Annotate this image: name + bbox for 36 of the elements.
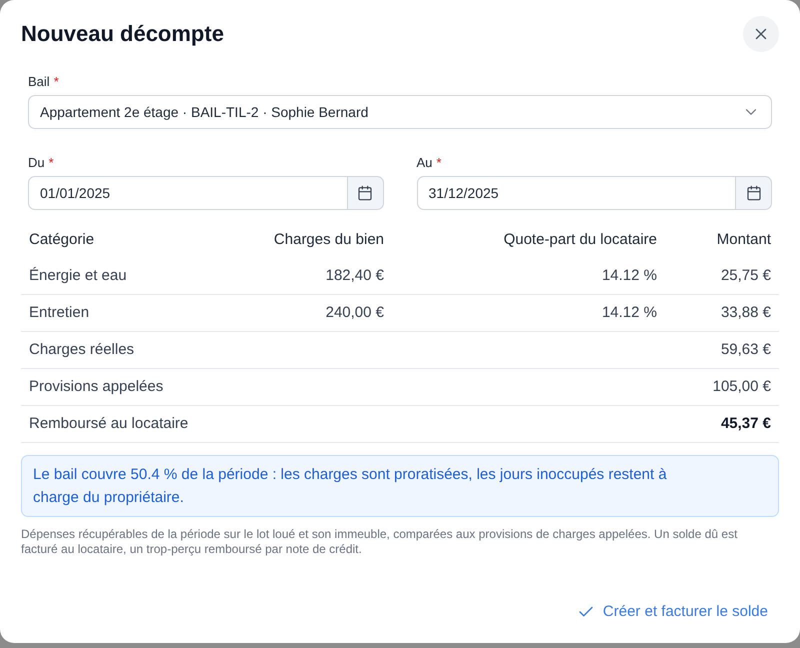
field-label: Au [416,154,432,172]
info-notice: Le bail couvre 50.4 % de la période : les charges sont proratisées, les jours inoccupés restent à charge du propriétaire. [21,455,779,517]
table-cell-text: 182,40 € [324,266,385,286]
calendar-button[interactable] [736,176,772,210]
footnote-text: Dépenses récupérables de la période sur le lot loué et son immeuble, comparées aux provisions de charges appelées. Un solde dû est facturé au locataire, un trop-perçu remboursé par note de crédit. [21,527,738,557]
table-cell-text: Énergie et eau [28,266,128,286]
table-cell-text: 45,37 € [720,414,772,434]
dialog-title: Nouveau décompte [21,20,224,48]
table-cell-text: 14.12 % [600,266,658,286]
column-header: Catégorie [28,230,96,250]
table-cell-text: 105,00 € [712,376,772,397]
date-input[interactable]: 31/12/2025 [416,176,736,210]
table-cell-text: 59,63 € [720,340,772,360]
required-asterisk: * [436,154,442,172]
field-label: Du [28,154,45,172]
field-label: Bail [28,73,50,91]
calendar-icon [357,185,373,201]
table-cell-text: Charges réelles [28,340,136,360]
table-cell-text: 240,00 € [324,302,385,323]
create-invoice-button[interactable]: Créer et facturer le solde [566,594,779,630]
column-header: Montant [716,230,772,250]
column-header: Quote-part du locataire [502,230,658,250]
table-cell-text: 33,88 € [720,302,772,323]
calendar-icon [746,185,762,201]
table-cell-text: Provisions appelées [28,376,164,397]
close-button[interactable] [743,16,779,52]
required-asterisk: * [54,73,59,91]
table-cell-text: Entretien [28,302,90,323]
table-cell-text: Remboursé au locataire [28,414,190,434]
table-cell-text: 25,75 € [720,266,772,286]
column-header: Charges du bien [272,230,385,250]
date-input[interactable]: 01/01/2025 [28,176,348,210]
calendar-button[interactable] [348,176,384,210]
table-cell-text: 14.12 % [600,302,658,323]
lease-select[interactable]: Appartement 2e étage · BAIL-TIL-2 · Sophie Bernard [28,95,772,129]
required-asterisk: * [48,154,54,172]
